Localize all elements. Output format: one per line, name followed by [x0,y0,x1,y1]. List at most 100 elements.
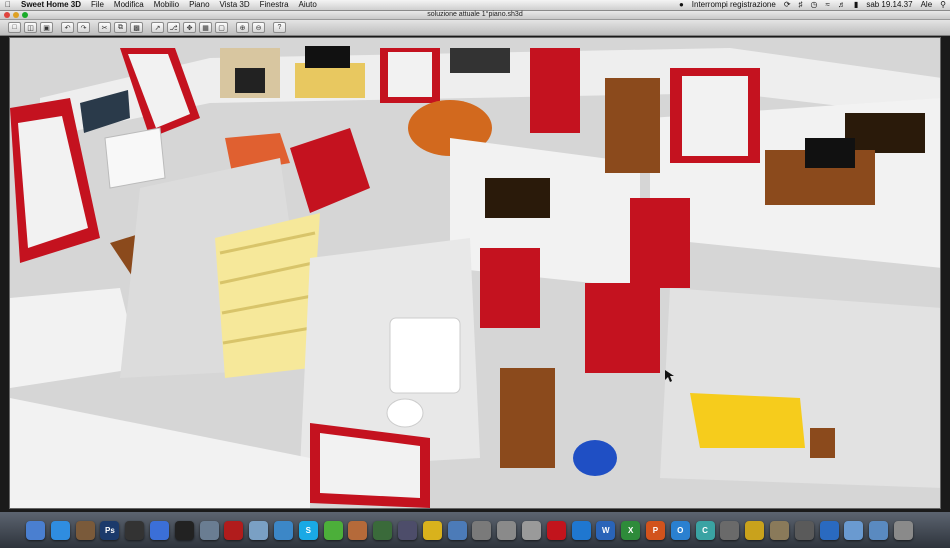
volume-icon[interactable]: ♬ [834,0,850,10]
undo-icon[interactable]: ↶ [61,22,74,33]
crib[interactable] [690,393,805,448]
painting-top [450,48,510,73]
menu-bar:  Sweet Home 3D File Modifica Mobilio Pi… [0,0,950,11]
red-app-icon[interactable] [224,520,244,540]
user-menu[interactable]: Ale [917,0,937,10]
tv-right[interactable] [805,138,855,168]
wardrobe[interactable] [500,368,555,468]
blue-chair[interactable] [573,440,617,476]
globe-icon[interactable] [273,520,293,540]
menu-3d-view[interactable]: Vista 3D [215,0,255,10]
zoom-icon[interactable] [22,12,28,18]
cube-icon[interactable] [720,520,740,540]
tv[interactable] [305,46,350,68]
excel-icon[interactable]: X [621,520,641,540]
star-icon[interactable] [174,520,194,540]
stamp-icon[interactable] [348,520,368,540]
menu-edit[interactable]: Modifica [109,0,149,10]
downloads-icon[interactable] [869,520,889,540]
help-icon[interactable]: ? [273,22,286,33]
clock[interactable]: sab 19.14.37 [862,0,916,10]
itunes-icon[interactable] [149,520,169,540]
3d-view[interactable] [9,37,941,509]
skype-icon[interactable]: S [298,520,318,540]
nightstand[interactable] [810,428,835,458]
outlook-icon[interactable]: O [670,520,690,540]
create-rooms-icon[interactable]: ▢ [215,22,228,33]
painting-right [845,113,925,153]
utorrent-icon[interactable] [323,520,343,540]
photoshop-icon[interactable]: Ps [100,520,120,540]
time-machine-icon[interactable]: ◷ [807,0,822,10]
save-icon[interactable]: ▣ [40,22,53,33]
app-menu[interactable]: Sweet Home 3D [16,0,86,10]
window-title: soluzione attuale 1°piano.sh3d [427,11,523,18]
wifi-icon[interactable]: ≈ [822,0,834,10]
toolbar: □ ◫ ▣ ↶ ↷ ✂ ⧉ ▩ ↗ ⎇ ✥ ▦ ▢ ⊕ ⊖ ? [0,20,950,36]
trash-icon[interactable] [893,520,913,540]
bathtub[interactable] [389,317,461,394]
photo-icon[interactable] [75,520,95,540]
paste-icon[interactable]: ▩ [130,22,143,33]
menu-plan[interactable]: Piano [184,0,214,10]
mail-icon[interactable] [497,520,517,540]
apple-icon[interactable]:  [0,0,16,10]
staircase[interactable] [215,213,320,378]
menu-furniture[interactable]: Mobilio [149,0,184,10]
stop-recording-label[interactable]: Interrompi registrazione [688,0,780,10]
add-furniture-icon[interactable]: ↗ [151,22,164,33]
preview-icon[interactable] [199,520,219,540]
minimize-icon[interactable] [13,12,19,18]
menu-help[interactable]: Aiuto [294,0,322,10]
bluetooth-icon[interactable]: ♯ [795,0,807,10]
activity-icon[interactable] [373,520,393,540]
door-middle[interactable] [585,283,660,373]
door-bathroom[interactable] [480,248,540,328]
3d-house-render[interactable] [10,38,941,509]
word-icon[interactable]: W [596,520,616,540]
shelf[interactable] [605,78,660,173]
battery-icon[interactable]: ▮ [850,0,862,10]
cut-icon[interactable]: ✂ [98,22,111,33]
window-title-bar: soluzione attuale 1°piano.sh3d [0,11,950,20]
door-right-hall[interactable] [630,198,690,288]
open-icon[interactable]: ◫ [24,22,37,33]
copy-icon[interactable]: ⧉ [114,22,127,33]
pie-chart-icon[interactable] [422,520,442,540]
nursery-floor [660,288,940,488]
pan-icon[interactable]: ✥ [183,22,196,33]
new-icon[interactable]: □ [8,22,21,33]
keychain-icon[interactable] [794,520,814,540]
camera-icon[interactable] [472,520,492,540]
menu-file[interactable]: File [86,0,109,10]
calendar-icon[interactable] [521,520,541,540]
disk-icon[interactable] [447,520,467,540]
door-red[interactable] [530,48,580,133]
script-icon[interactable] [769,520,789,540]
toilet[interactable] [386,398,424,428]
puzzle-icon[interactable] [546,520,566,540]
finder-icon[interactable] [26,520,45,540]
warning-icon[interactable] [745,520,765,540]
zoom-in-icon[interactable]: ⊕ [236,22,249,33]
pen-icon[interactable] [397,520,417,540]
safari-icon[interactable] [50,520,70,540]
tv-stand[interactable] [295,63,365,98]
folder-icon[interactable] [844,520,864,540]
sweethome-icon[interactable] [249,520,269,540]
stop-recording-icon[interactable]: ● [675,0,688,10]
menubar-status-area: ● Interrompi registrazione ⟳ ♯ ◷ ≈ ♬ ▮ s… [675,0,950,10]
close-icon[interactable] [4,12,10,18]
movie-icon[interactable] [125,520,145,540]
spotlight-icon[interactable]: ⚲ [936,0,950,10]
menu-window[interactable]: Finestra [255,0,294,10]
select-icon[interactable]: ⎇ [167,22,180,33]
sync-icon[interactable]: ⟳ [780,0,795,10]
search-icon[interactable] [819,520,839,540]
upload-icon[interactable] [571,520,591,540]
communicator-icon[interactable]: C [695,520,715,540]
powerpoint-icon[interactable]: P [645,520,665,540]
redo-icon[interactable]: ↷ [77,22,90,33]
zoom-out-icon[interactable]: ⊖ [252,22,265,33]
create-walls-icon[interactable]: ▦ [199,22,212,33]
